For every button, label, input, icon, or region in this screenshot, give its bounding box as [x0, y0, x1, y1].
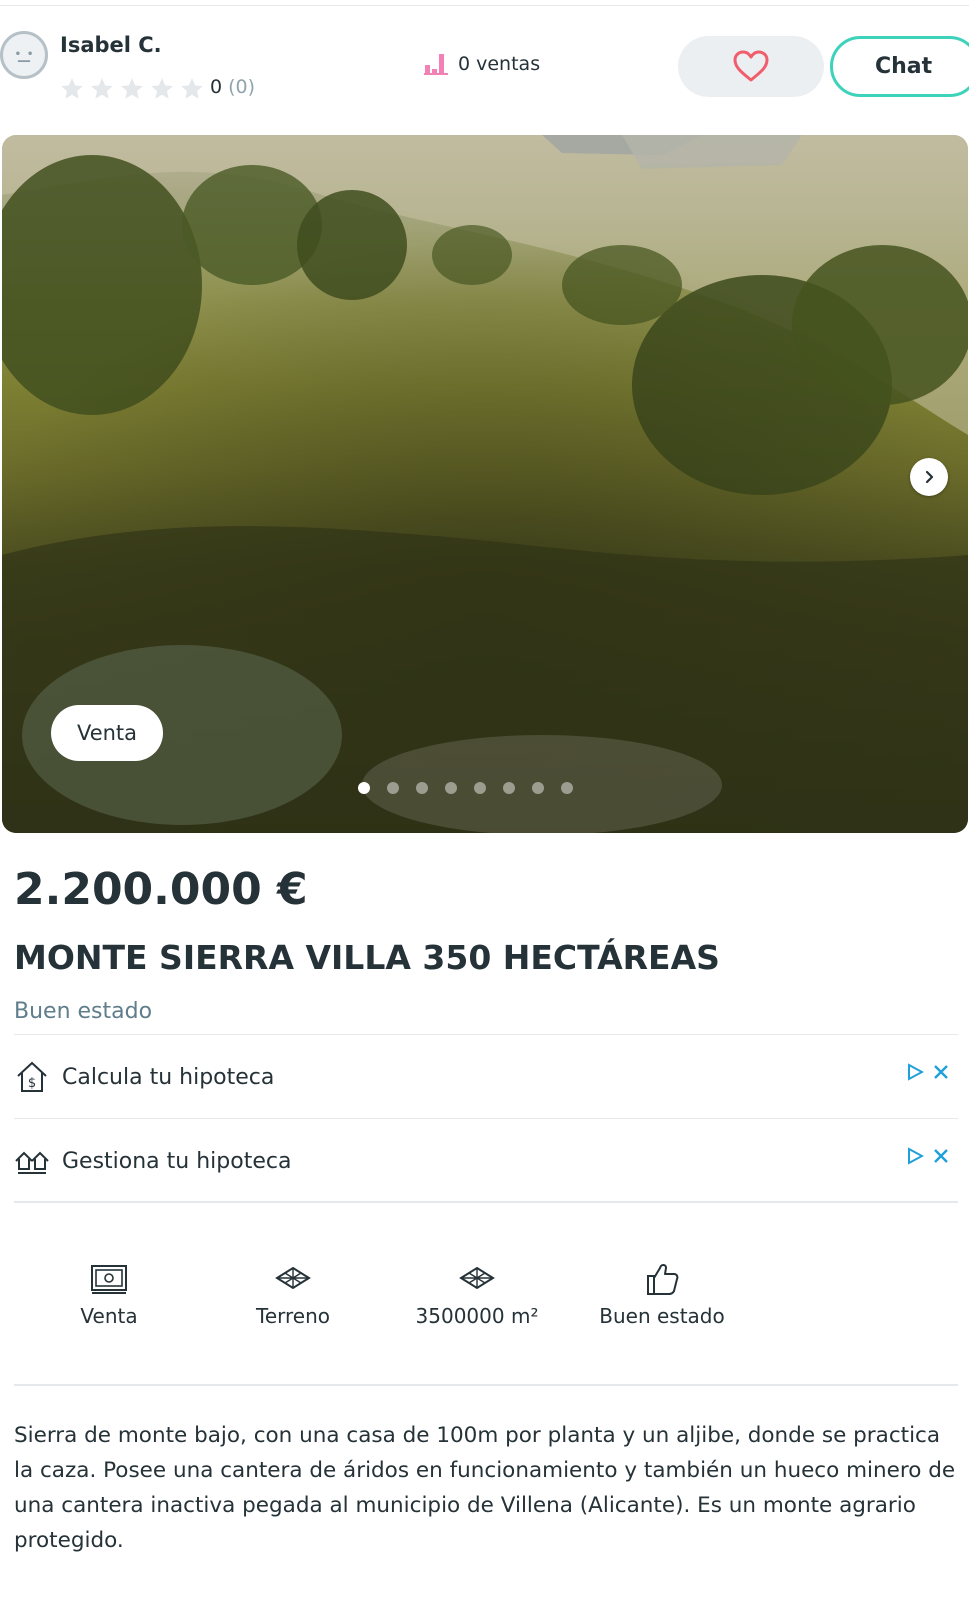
- gallery-dot[interactable]: [387, 782, 399, 794]
- sales-label: 0 ventas: [458, 53, 541, 75]
- attribute-condition: Buen estado: [567, 1258, 757, 1328]
- ad-mortgage-manage[interactable]: Gestiona tu hipoteca: [14, 1119, 958, 1203]
- listing-photo[interactable]: Venta: [2, 135, 968, 833]
- gallery-dot[interactable]: [416, 782, 428, 794]
- attribute-label: Terreno: [256, 1304, 330, 1328]
- banknote-icon: [91, 1265, 127, 1294]
- gallery-dot[interactable]: [474, 782, 486, 794]
- star-icon: [151, 78, 173, 99]
- grid-icon: [275, 1266, 311, 1290]
- rating-reviews: (0): [228, 76, 256, 98]
- star-icon: [121, 78, 143, 99]
- attribute-label: 3500000 m²: [415, 1304, 539, 1328]
- grid-icon: [459, 1266, 495, 1290]
- attributes-row: Venta Terreno 3500000 m² Buen estado: [14, 1258, 958, 1348]
- ad-label: Gestiona tu hipoteca: [62, 1148, 292, 1174]
- condition-label: Buen estado: [14, 999, 153, 1024]
- avatar[interactable]: [0, 31, 48, 79]
- favorite-button[interactable]: [678, 36, 824, 97]
- attribute-type: Terreno: [198, 1258, 388, 1328]
- star-icon: [61, 78, 83, 99]
- gallery-dot[interactable]: [503, 782, 515, 794]
- bar-chart-icon: [424, 54, 448, 75]
- ad-choices[interactable]: [906, 1063, 950, 1081]
- listing-type-badge: Venta: [51, 705, 163, 761]
- divider: [14, 1384, 958, 1386]
- close-icon[interactable]: [932, 1063, 950, 1081]
- ad-choices[interactable]: [906, 1147, 950, 1165]
- listing-description: Sierra de monte bajo, con una casa de 10…: [14, 1423, 956, 1553]
- star-icon: [91, 78, 113, 99]
- houses-icon: [15, 1151, 49, 1174]
- attribute-operation: Venta: [14, 1258, 204, 1328]
- play-triangle-icon[interactable]: [906, 1063, 924, 1081]
- heart-icon: [733, 50, 769, 82]
- rating-stars: [59, 76, 205, 102]
- divider: [14, 1201, 958, 1203]
- ad-label: Calcula tu hipoteca: [62, 1064, 275, 1090]
- gallery-dot[interactable]: [445, 782, 457, 794]
- gallery-dot[interactable]: [358, 782, 370, 794]
- close-icon[interactable]: [932, 1147, 950, 1165]
- top-divider: [0, 5, 969, 6]
- house-dollar-icon: $: [17, 1061, 47, 1092]
- gallery-pagination[interactable]: [358, 782, 573, 794]
- ad-mortgage-calc[interactable]: $ Calcula tu hipoteca: [14, 1035, 958, 1119]
- listing-title: MONTE SIERRA VILLA 350 HECTÁREAS: [14, 938, 720, 977]
- play-triangle-icon[interactable]: [906, 1147, 924, 1165]
- gallery-dot[interactable]: [532, 782, 544, 794]
- thumbs-up-icon: [647, 1264, 679, 1295]
- star-icon: [181, 78, 203, 99]
- seller-name[interactable]: Isabel C.: [60, 33, 162, 57]
- svg-text:$: $: [28, 1076, 36, 1091]
- attribute-label: Venta: [80, 1304, 138, 1328]
- next-photo-button[interactable]: [910, 458, 948, 496]
- price: 2.200.000 €: [14, 864, 308, 915]
- attribute-label: Buen estado: [599, 1304, 725, 1328]
- chat-button[interactable]: Chat: [830, 36, 969, 97]
- chevron-right-icon: [925, 470, 934, 484]
- attribute-surface: 3500000 m²: [382, 1258, 572, 1328]
- rating-value: 0: [210, 76, 223, 98]
- sales-count: 0 ventas: [424, 52, 540, 76]
- gallery-dot[interactable]: [561, 782, 573, 794]
- rating-count: 0 (0): [210, 76, 255, 98]
